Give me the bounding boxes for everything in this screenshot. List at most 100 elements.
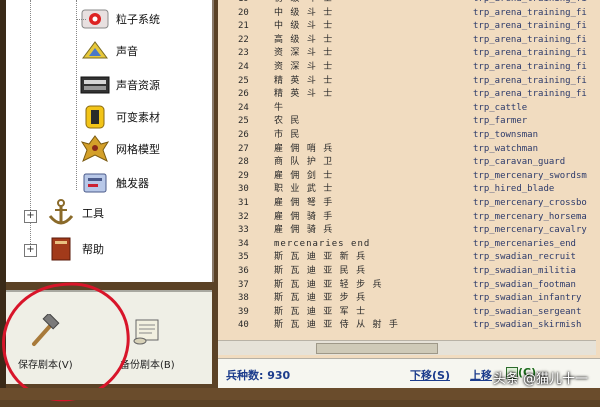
row-name: 斯 瓦 迪 亚 步 兵 (274, 293, 367, 304)
row-name: 初 级 斗 士 (274, 0, 333, 5)
row-name: 斯 瓦 迪 亚 轻 步 兵 (274, 279, 383, 290)
row-id: trp_arena_training_fi (473, 89, 587, 100)
tree-item-label: 触发器 (116, 177, 149, 190)
table-row[interactable]: 26 市 民 trp_townsman (218, 130, 600, 141)
row-number: 37 (238, 279, 249, 290)
row-name: 斯 瓦 迪 亚 军 士 (274, 306, 367, 317)
row-name: 雇 佣 剑 士 (274, 170, 334, 181)
object-tree-panel: 粒子系统 声音 声音资源 可变素材 网格模型 触发器 + 工具 + 帮助 (6, 0, 214, 282)
tree-item-sound-resource[interactable]: 声音资源 (80, 72, 160, 98)
trigger-icon (80, 170, 110, 196)
row-name: 雇 佣 骑 手 (274, 211, 334, 222)
table-row[interactable]: 29 雇 佣 剑 士 trp_mercenary_swordsm (218, 171, 600, 182)
tree-item-particle-system[interactable]: 粒子系统 (76, 6, 160, 32)
row-number: 26 (238, 89, 249, 100)
row-id: trp_swadian_recruit (473, 252, 576, 263)
move-down-button[interactable]: 下移(S) (410, 367, 450, 383)
table-row[interactable]: 24 牛 trp_cattle (218, 103, 600, 114)
row-number: 19 (238, 0, 249, 5)
mesh-model-icon (80, 135, 110, 163)
table-row[interactable]: 23 资 深 斗 士 trp_arena_training_fi (218, 48, 600, 59)
table-row[interactable]: 19 初 级 斗 士 trp_arena_training_fi (218, 0, 600, 5)
row-id: trp_mercenary_horsema (473, 211, 587, 222)
sound-icon (80, 38, 110, 64)
tree-item-variable-material[interactable]: 可变素材 (80, 104, 160, 130)
table-row[interactable]: 21 中 级 斗 士 trp_arena_training_fi (218, 21, 600, 32)
row-number: 38 (238, 293, 249, 304)
troop-count: 兵种数: 930 (226, 369, 291, 382)
tree-item-label: 声音 (116, 45, 138, 58)
table-row[interactable]: 24 资 深 斗 士 trp_arena_training_fi (218, 62, 600, 73)
row-name: mercenaries end (274, 238, 371, 249)
row-number: 20 (238, 7, 249, 18)
table-row[interactable]: 30 职 业 武 士 trp_hired_blade (218, 184, 600, 195)
row-name: 雇 佣 骑 兵 (274, 225, 334, 236)
row-number: 23 (238, 48, 249, 59)
row-number: 34 (238, 238, 249, 249)
horizontal-scrollbar[interactable] (218, 340, 596, 355)
row-id: trp_arena_training_fi (473, 75, 587, 86)
row-number: 39 (238, 306, 249, 317)
tools-expand-button[interactable]: + (24, 210, 37, 223)
backup-script-label: 备份剧本(B) (120, 360, 175, 371)
table-row[interactable]: 36 斯 瓦 迪 亚 民 兵 trp_swadian_militia (218, 266, 600, 277)
row-name: 精 英 斗 士 (274, 89, 334, 100)
row-id: trp_cattle (473, 102, 528, 113)
row-id: trp_swadian_militia (473, 266, 576, 276)
tree-item-tools[interactable]: 工具 (46, 199, 104, 226)
table-row[interactable]: 31 雇 佣 弩 手 trp_mercenary_crossbo (218, 198, 600, 209)
tree-item-label: 粒子系统 (116, 13, 160, 26)
save-script-label: 保存剧本(V) (18, 360, 73, 371)
row-number: 40 (238, 320, 249, 331)
row-number: 30 (238, 184, 249, 195)
tree-item-trigger[interactable]: 触发器 (80, 170, 149, 196)
row-name: 职 业 武 士 (274, 184, 334, 195)
save-script-button[interactable]: 保存剧本(V) (18, 312, 73, 371)
table-row[interactable]: 27 雇 佣 哨 兵 trp_watchman (218, 144, 600, 155)
row-id: trp_arena_training_fi (473, 21, 587, 32)
move-up-button[interactable]: 上移 (470, 367, 492, 383)
troop-list: 19 初 级 斗 士 trp_arena_training_fi 20 中 级 斗 士 t… (218, 0, 600, 358)
anchor-icon (46, 199, 76, 226)
tree-item-label: 工具 (82, 207, 104, 220)
table-row[interactable]: 37 斯 瓦 迪 亚 轻 步 兵 trp_swadian_footman (218, 280, 600, 291)
sound-resource-icon (80, 72, 110, 98)
row-number: 36 (238, 266, 249, 276)
row-id: trp_townsman (473, 130, 539, 140)
row-id: trp_swadian_skirmish (473, 320, 582, 331)
table-row[interactable]: 25 精 英 斗 士 trp_arena_training_fi (218, 76, 600, 87)
table-row[interactable]: 34 mercenaries end trp_mercenaries_end (218, 239, 600, 250)
tree-item-label: 网格模型 (116, 143, 160, 156)
row-name: 牛 (274, 102, 285, 113)
table-row[interactable]: 32 雇 佣 骑 手 trp_mercenary_horsema (218, 212, 600, 223)
row-id: trp_farmer (473, 116, 528, 127)
table-row[interactable]: 40 斯 瓦 迪 亚 侍 从 射 手 trp_swadian_skirmish (218, 320, 600, 331)
table-row[interactable]: 22 高 级 斗 士 trp_arena_training_fi (218, 35, 600, 46)
table-row[interactable]: 38 斯 瓦 迪 亚 步 兵 trp_swadian_infantry (218, 293, 600, 304)
tree-item-sound[interactable]: 声音 (80, 38, 138, 64)
help-expand-button[interactable]: + (24, 244, 37, 257)
row-id: trp_swadian_infantry (473, 293, 582, 304)
tree-item-help[interactable]: 帮助 (46, 236, 104, 262)
row-number: 26 (238, 130, 249, 140)
backup-script-button[interactable]: 备份剧本(B) (120, 314, 175, 371)
row-id: trp_swadian_sergeant (473, 306, 582, 317)
row-id: trp_watchman (473, 143, 539, 154)
table-row[interactable]: 33 雇 佣 骑 兵 trp_mercenary_cavalry (218, 225, 600, 236)
table-row[interactable]: 20 中 级 斗 士 trp_arena_training_fi (218, 8, 600, 19)
table-row[interactable]: 28 商 队 护 卫 trp_caravan_guard (218, 157, 600, 168)
table-row[interactable]: 39 斯 瓦 迪 亚 军 士 trp_swadian_sergeant (218, 307, 600, 318)
tree-connector (76, 0, 77, 190)
window-frame-bottom (0, 388, 600, 400)
row-name: 斯 瓦 迪 亚 民 兵 (274, 266, 367, 276)
table-row[interactable]: 26 精 英 斗 士 trp_arena_training_fi (218, 89, 600, 100)
row-name: 雇 佣 哨 兵 (274, 143, 334, 154)
row-number: 25 (238, 75, 249, 86)
row-name: 资 深 斗 士 (274, 62, 334, 72)
row-name: 斯 瓦 迪 亚 侍 从 射 手 (274, 320, 399, 331)
scrollbar-thumb[interactable] (316, 343, 438, 354)
table-row[interactable]: 35 斯 瓦 迪 亚 新 兵 trp_swadian_recruit (218, 252, 600, 263)
tree-item-mesh-model[interactable]: 网格模型 (80, 135, 160, 163)
row-id: trp_mercenary_cavalry (473, 225, 587, 236)
table-row[interactable]: 25 农 民 trp_farmer (218, 116, 600, 127)
